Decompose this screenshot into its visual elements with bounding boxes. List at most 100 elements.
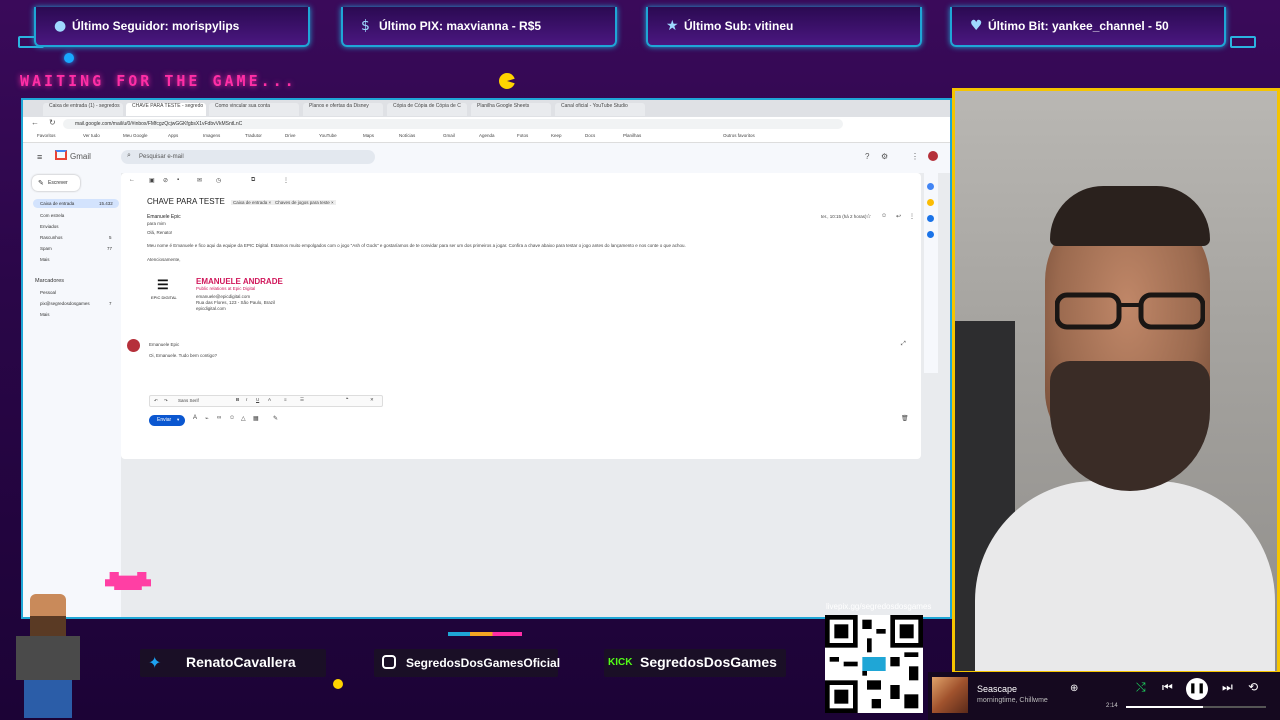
emoji-icon[interactable]: ☺ xyxy=(881,213,887,219)
calendar-icon[interactable] xyxy=(927,183,934,190)
previous-icon[interactable]: ⏮ xyxy=(1162,680,1173,695)
spam-icon[interactable]: ⊘ xyxy=(163,177,168,184)
help-icon[interactable]: ? xyxy=(865,152,869,161)
reload-icon[interactable]: ↻ xyxy=(49,118,56,127)
dot-decoration xyxy=(64,53,74,63)
mail-icon[interactable]: ✉ xyxy=(197,177,202,184)
bookmark-item[interactable]: Planilhas xyxy=(623,133,641,138)
bookmark-item[interactable]: Docs xyxy=(585,133,595,138)
archive-icon[interactable]: ▣ xyxy=(149,177,155,184)
font-select[interactable]: Sans Serif xyxy=(178,398,199,403)
link-icon[interactable]: ∞ xyxy=(217,415,221,421)
browser-tab[interactable]: Planilha Google Sheets xyxy=(471,103,551,116)
quote-icon[interactable]: ❝ xyxy=(346,397,348,403)
back-icon[interactable]: ← xyxy=(31,118,39,127)
sidebar-item-starred[interactable]: Com estrela xyxy=(40,213,64,218)
bookmark-item[interactable]: Keep xyxy=(551,133,562,138)
italic-icon[interactable]: I xyxy=(246,397,247,402)
redo-icon[interactable]: ↷ xyxy=(164,398,168,404)
labels-header: Marcadores xyxy=(35,278,65,284)
bookmark-item[interactable]: Apps xyxy=(168,133,178,138)
sidebar-item-spam[interactable]: Spam xyxy=(40,246,52,251)
drive-icon[interactable]: △ xyxy=(241,415,246,422)
reply-icon[interactable]: ↩ xyxy=(896,213,901,220)
sidebar-item-label[interactable]: Mais xyxy=(40,312,50,317)
search-icon[interactable]: ⌕ xyxy=(127,152,131,160)
shuffle-icon[interactable]: ⤭ xyxy=(1136,680,1146,695)
more-icon[interactable]: ⋮ xyxy=(909,213,915,220)
underline-icon[interactable]: U xyxy=(256,397,259,402)
subject-tag[interactable]: Caixa de entrada × xyxy=(231,200,274,205)
delete-draft-icon[interactable]: 🗑 xyxy=(901,415,909,422)
twitter-icon: ✦ xyxy=(148,653,162,672)
undo-icon[interactable]: ↶ xyxy=(154,398,158,404)
pixel-character xyxy=(8,594,88,718)
sidebar-item-more[interactable]: Mais xyxy=(40,257,50,262)
snooze-icon[interactable]: ◷ xyxy=(216,177,221,184)
browser-tab[interactable]: Canal oficial - YouTube Studio xyxy=(555,103,645,116)
bookmark-item[interactable]: Notícias xyxy=(399,133,415,138)
reply-input[interactable]: Oi, Emanuele. Tudo bem contigo? xyxy=(149,353,217,358)
bookmark-item[interactable]: Fotos xyxy=(517,133,528,138)
avatar[interactable] xyxy=(928,151,938,161)
sidebar-item-inbox[interactable]: Caixa de entrada xyxy=(40,201,74,206)
back-arrow-icon[interactable]: ← xyxy=(129,177,135,183)
browser-tab[interactable]: Cópia de Cópia de Cópia de C xyxy=(387,103,467,116)
expand-icon[interactable]: ⤢ xyxy=(901,341,906,348)
image-icon[interactable]: ▦ xyxy=(253,415,259,422)
clear-format-icon[interactable]: ✕ xyxy=(370,397,374,403)
keep-icon[interactable] xyxy=(927,199,934,206)
bookmark-item[interactable]: Tradutor xyxy=(245,133,262,138)
pacman-icon xyxy=(499,73,515,89)
qr-code xyxy=(825,615,923,713)
bookmark-item[interactable]: Drive xyxy=(285,133,296,138)
align-icon[interactable]: ≡ xyxy=(284,397,287,402)
next-icon[interactable]: ⏭ xyxy=(1222,680,1233,695)
pause-button[interactable]: ❚❚ xyxy=(1186,678,1208,700)
sidebar-item-label[interactable]: Pessoal xyxy=(40,290,56,295)
bookmark-item[interactable]: Meu Google xyxy=(123,133,148,138)
add-icon[interactable]: ⊕ xyxy=(1070,683,1078,694)
browser-tab[interactable]: CHAVE PARA TESTE - segredo xyxy=(126,103,206,116)
emoji-icon[interactable]: ☺ xyxy=(229,415,235,421)
bookmark-item[interactable]: Ver tudo xyxy=(83,133,100,138)
tasks-icon[interactable] xyxy=(927,215,934,222)
progress-bar[interactable] xyxy=(1126,706,1266,708)
social-text: SegredosDosGamesOficial xyxy=(406,656,561,670)
format-icon[interactable]: A xyxy=(193,415,197,421)
text-color-icon[interactable]: A xyxy=(268,397,271,402)
bookmark-item[interactable]: Agenda xyxy=(479,133,495,138)
delete-icon[interactable]: ▪ xyxy=(177,177,179,183)
more-icon[interactable]: ⋮ xyxy=(283,177,289,184)
contacts-icon[interactable] xyxy=(927,231,934,238)
menu-icon[interactable]: ≡ xyxy=(37,152,42,162)
star-icon[interactable]: ☆ xyxy=(866,213,871,220)
bookmark-item[interactable]: Favoritos xyxy=(37,133,56,138)
bookmark-item[interactable]: Gmail xyxy=(443,133,455,138)
apps-grid-icon[interactable]: ⋮ xyxy=(911,152,919,161)
browser-tab[interactable]: Como vincular sua conta xyxy=(209,103,299,116)
signature-line: emanuele@epicdigital.com xyxy=(196,294,251,299)
list-icon[interactable]: ☰ xyxy=(300,397,304,403)
gear-icon[interactable]: ⚙ xyxy=(881,152,888,161)
browser-tab[interactable]: Caixa de entrada (1) - segredos xyxy=(43,103,123,116)
sidebar-item-sent[interactable]: Enviados xyxy=(40,224,59,229)
bold-icon[interactable]: B xyxy=(236,397,239,402)
chevron-down-icon[interactable]: ▾ xyxy=(177,417,179,423)
sidebar-item-drafts[interactable]: Rascunhos xyxy=(40,235,63,240)
sidebar-item-label[interactable]: pix@segredosdosgames xyxy=(40,301,90,306)
bookmark-item[interactable]: YouTube xyxy=(319,133,337,138)
send-button[interactable]: Enviar xyxy=(149,415,185,426)
attach-icon[interactable]: ⌁ xyxy=(205,415,209,422)
address-input[interactable]: mail.google.com/mail/u/0/#inbox/FMfcgzQc… xyxy=(63,119,843,129)
bookmark-item[interactable]: Maps xyxy=(363,133,374,138)
browser-tab[interactable]: Planos e ofertas da Disney xyxy=(303,103,383,116)
label-icon[interactable]: ⧉ xyxy=(251,177,255,184)
bookmark-item[interactable]: Imagens xyxy=(203,133,220,138)
subject-tag[interactable]: Chaves de jogos para teste × xyxy=(273,200,336,205)
search-input[interactable]: Pesquisar e-mail xyxy=(121,150,375,164)
repeat-icon[interactable]: ⟲ xyxy=(1248,680,1258,694)
bookmark-item[interactable]: Outros favoritos xyxy=(723,133,755,138)
reply-recipient[interactable]: Emanuele Epic xyxy=(149,342,179,347)
signature-icon[interactable]: ✎ xyxy=(273,415,278,422)
